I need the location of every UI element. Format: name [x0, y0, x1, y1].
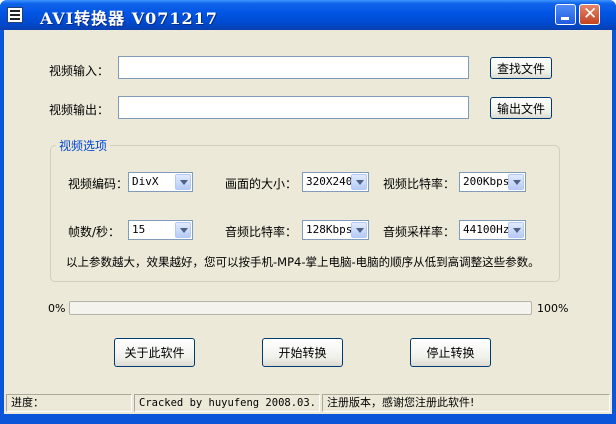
frame-size-select[interactable]: 320X240 [302, 172, 369, 192]
audio-samplerate-select[interactable]: 44100Hz [459, 220, 526, 240]
stop-convert-button[interactable]: 停止转换 [410, 338, 491, 367]
chevron-down-icon[interactable] [508, 174, 524, 190]
frame-size-value: 320X240 [306, 175, 353, 188]
start-convert-button[interactable]: 开始转换 [262, 338, 343, 367]
progress-max-label: 100% [537, 302, 569, 315]
audio-bitrate-label: 音频比特率： [225, 225, 298, 239]
chevron-down-icon[interactable] [508, 222, 524, 238]
audio-samplerate-label: 音频采样率： [383, 225, 456, 239]
video-bitrate-label: 视频比特率： [383, 177, 456, 191]
video-output-field[interactable] [118, 96, 469, 119]
conversion-progress-bar [69, 301, 532, 315]
app-icon[interactable] [7, 7, 23, 23]
video-codec-select[interactable]: DivX [128, 172, 193, 192]
audio-bitrate-value: 128Kbps [306, 223, 353, 236]
output-file-button[interactable]: 输出文件 [490, 97, 552, 119]
video-codec-value: DivX [132, 175, 159, 188]
app-window: AVI转换器 V071217 ✕ 视频输入： 查找文件 视频输出： 输出文件 视… [0, 0, 616, 424]
video-options-title: 视频选项 [56, 137, 111, 154]
frame-size-label: 画面的大小： [225, 177, 298, 191]
audio-samplerate-value: 44100Hz [463, 223, 510, 236]
window-bottom-border [0, 414, 616, 424]
chevron-down-icon[interactable] [351, 174, 367, 190]
video-input-field[interactable] [118, 56, 469, 79]
video-bitrate-select[interactable]: 200Kbps [459, 172, 526, 192]
status-progress-pane: 进度： [6, 394, 132, 412]
options-hint-text: 以上参数越大，效果越好，您可以按手机-MP4-掌上电脑-电脑的顺序从低到高调整这… [66, 255, 540, 269]
fps-label: 帧数/秒： [68, 225, 121, 239]
video-output-label: 视频输出： [49, 103, 110, 117]
close-button[interactable]: ✕ [579, 4, 600, 25]
title-bar[interactable]: AVI转换器 V071217 ✕ [0, 0, 616, 30]
fps-value: 15 [132, 223, 146, 236]
status-bar: 进度： Cracked by huyufeng 2008.03. 注册版本，感谢… [4, 392, 612, 414]
status-credit-pane: Cracked by huyufeng 2008.03. [134, 394, 320, 412]
video-codec-label: 视频编码： [68, 177, 129, 191]
minimize-button[interactable] [555, 4, 576, 25]
find-file-button[interactable]: 查找文件 [490, 57, 552, 79]
minimize-icon [561, 17, 569, 20]
chevron-down-icon[interactable] [175, 174, 191, 190]
video-input-label: 视频输入： [49, 64, 110, 78]
chevron-down-icon[interactable] [175, 222, 191, 238]
status-registration-pane: 注册版本，感谢您注册此软件! [322, 394, 610, 412]
progress-min-label: 0% [48, 302, 66, 315]
video-bitrate-value: 200Kbps [463, 175, 510, 188]
about-button[interactable]: 关于此软件 [114, 338, 195, 367]
audio-bitrate-select[interactable]: 128Kbps [302, 220, 369, 240]
chevron-down-icon[interactable] [351, 222, 367, 238]
close-icon: ✕ [583, 4, 598, 24]
fps-select[interactable]: 15 [128, 220, 193, 240]
window-title: AVI转换器 V071217 [40, 9, 218, 28]
